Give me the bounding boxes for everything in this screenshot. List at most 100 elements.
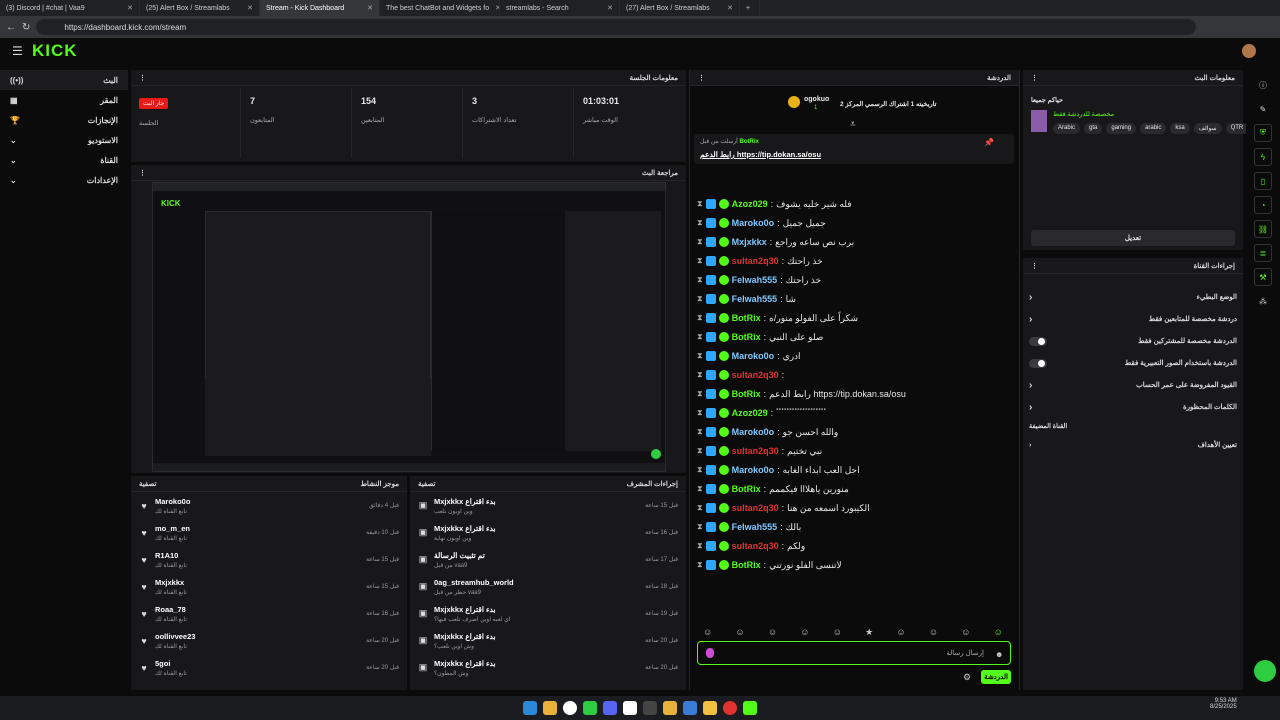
feed-name[interactable]: 0ag_streamhub_world	[434, 578, 639, 587]
pin-icon[interactable]: 📌	[984, 138, 994, 147]
pin-message-icon[interactable]: ⧗	[697, 541, 703, 551]
pin-message-icon[interactable]: ⧗	[697, 256, 703, 266]
chat-message[interactable]: ⧗ sultan2q30: خذ راحتك	[697, 252, 1007, 270]
chrome-icon[interactable]	[563, 701, 577, 715]
emote-icon[interactable]: ☺	[929, 627, 938, 639]
chat-message[interactable]: ⧗ Felwah555: بالك	[697, 518, 1007, 536]
chat-message[interactable]: ⧗ BotRix: رابط الدعم https://tip.dokan.sa/…	[697, 385, 1007, 403]
chat-username[interactable]: Marokо0o	[732, 465, 775, 475]
chat-username[interactable]: BotRix	[732, 332, 761, 342]
chat-username[interactable]: sultan2q30	[732, 541, 779, 551]
link-icon[interactable]: ⛓	[1254, 220, 1272, 238]
chat-message[interactable]: ⧗ BotRix: لاتنسى الفلو نورتني	[697, 556, 1007, 574]
pin-message-icon[interactable]: ⧗	[697, 465, 703, 475]
kebab-icon[interactable]: ⋮	[139, 74, 146, 82]
stream-tag[interactable]: Arabic	[1053, 123, 1081, 134]
browser-tab[interactable]: The best ChatBot and Widgets fo✕	[380, 0, 500, 16]
file-explorer-icon[interactable]	[543, 701, 557, 715]
chat-message[interactable]: ⧗ Marokо0o: ادري	[697, 347, 1007, 365]
windows-start-icon[interactable]	[523, 701, 537, 715]
feed-name[interactable]: Mxjxkkx بدء اقتراع	[434, 605, 639, 614]
pin-message-icon[interactable]: ⧗	[697, 275, 703, 285]
channel-action-row[interactable]: › الكلمات المحظورة	[1023, 396, 1243, 418]
chat-message[interactable]: ⧗ Azoz029: فله شير خليه يشوف	[697, 195, 1007, 213]
emote-icon[interactable]: ☺	[961, 627, 970, 639]
chat-username[interactable]: Azoz029	[732, 408, 768, 418]
menu-icon[interactable]: ☰	[12, 44, 23, 58]
feed-name[interactable]: mo_m_en	[155, 524, 360, 533]
chat-message[interactable]: ⧗ Marokо0o: جميل جميل	[697, 214, 1007, 232]
stream-tag[interactable]: gaming	[1106, 123, 1137, 134]
users-icon[interactable]: ⁂	[1254, 292, 1272, 310]
chat-message[interactable]: ⧗ sultan2q30: الكيبورد اسمعه من هنا	[697, 499, 1007, 517]
emote-icon[interactable]: ☺	[896, 627, 905, 639]
feed-name[interactable]: Marokо0o	[155, 497, 363, 506]
emoji-icon[interactable]: ☻	[995, 650, 1003, 659]
chat-message[interactable]: ⧗ Azoz029: ٴٴٴٴٴٴٴٴٴٴٴٴٴٴٴٴٴٴٴ	[697, 404, 1007, 422]
support-chat-icon[interactable]	[1254, 660, 1276, 682]
filter-button[interactable]: تصفية	[139, 480, 156, 488]
chat-username[interactable]: sultan2q30	[732, 256, 779, 266]
chat-message[interactable]: ⧗ Felwah555: شا	[697, 290, 1007, 308]
url-field[interactable]: https://dashboard.kick.com/stream	[36, 19, 1197, 35]
emote-icon[interactable]: ☺	[994, 627, 1003, 639]
pin-message-icon[interactable]: ⧗	[697, 237, 703, 247]
browser-tab[interactable]: (3) Discord | #chat | Vaa9 ✕	[0, 0, 140, 16]
chat-username[interactable]: sultan2q30	[732, 503, 779, 513]
chat-message[interactable]: ⧗ Marokо0o: والله احسن جو	[697, 423, 1007, 441]
kebab-icon[interactable]: ⋮	[698, 74, 705, 82]
mic-icon[interactable]	[706, 648, 714, 658]
feed-name[interactable]: Mxjxkkx	[155, 578, 360, 587]
emote-icon[interactable]: ☺	[768, 627, 777, 639]
emote-icon[interactable]: ☺	[833, 627, 842, 639]
browser-tab[interactable]: streamlabs - Search ✕	[500, 0, 620, 16]
close-icon[interactable]: ✕	[241, 4, 253, 12]
chat-username[interactable]: BotRix	[732, 313, 761, 323]
sidebar-item-settings[interactable]: ⌄ الإعدادات	[0, 170, 128, 190]
chat-message[interactable]: ⧗ sultan2q30:	[697, 366, 1007, 384]
app-icon[interactable]	[683, 701, 697, 715]
chat-username[interactable]: sultan2q30	[732, 446, 779, 456]
sidebar-item-stream[interactable]: ((•)) البث	[0, 70, 128, 90]
chat-message-input[interactable]: إرسال رسالة	[697, 641, 1011, 665]
feed-name[interactable]: Mxjxkkx بدء اقتراع	[434, 659, 639, 668]
filter-button[interactable]: تصفية	[418, 480, 435, 488]
chat-username[interactable]: Felwah555	[732, 522, 778, 532]
chat-username[interactable]: sultan2q30	[732, 370, 779, 380]
system-clock[interactable]: 9:53 AM 8/25/2025	[1210, 698, 1237, 710]
sidebar-item-channel[interactable]: ⌄ القناة	[0, 150, 128, 170]
settings-gear-icon[interactable]: ⚙	[963, 672, 971, 683]
pin-message-icon[interactable]: ⧗	[697, 199, 703, 209]
feed-name[interactable]: Mxjxkkx بدء اقتراع	[434, 497, 639, 506]
kebab-icon[interactable]: ⋮	[1031, 262, 1038, 270]
feed-name[interactable]: تم تثبيت الرسالة	[434, 551, 639, 560]
back-icon[interactable]: ←	[6, 22, 16, 33]
close-icon[interactable]: ✕	[601, 4, 613, 12]
collapse-icon[interactable]: ⩡	[850, 119, 856, 130]
feed-name[interactable]: Mxjxkkx بدء اقتراع	[434, 632, 639, 641]
avatar[interactable]	[1242, 44, 1256, 58]
chat-username[interactable]: BotRix	[732, 560, 761, 570]
chat-username[interactable]: BotRix	[732, 484, 761, 494]
pin-message-icon[interactable]: ⧗	[697, 522, 703, 532]
channel-action-row[interactable]: › الوضع البطيء	[1023, 286, 1243, 308]
stream-tag[interactable]: arabic	[1140, 123, 1167, 134]
browser-tab[interactable]: Stream - Kick Dashboard ✕	[260, 0, 380, 16]
chat-bubble-icon[interactable]: ◔	[1254, 196, 1272, 214]
stream-tag[interactable]: ksa	[1170, 123, 1190, 134]
chat-username[interactable]: Felwah555	[732, 275, 778, 285]
chat-message[interactable]: ⧗ sultan2q30: نبي تختيم	[697, 442, 1007, 460]
kick-app-icon[interactable]	[743, 701, 757, 715]
kebab-icon[interactable]: ⋮	[139, 169, 146, 177]
app-icon[interactable]	[723, 701, 737, 715]
chat-send-button[interactable]: الدردشة	[981, 670, 1011, 684]
browser-tab[interactable]: (25) Alert Box / Streamlabs ✕	[140, 0, 260, 16]
sidebar-item-achievements[interactable]: 🏆 الإنجازات	[0, 110, 128, 130]
toggle-switch[interactable]	[1029, 336, 1047, 346]
channel-action-row[interactable]: الدردشة مخصصة للمشتركين فقط	[1023, 330, 1243, 352]
pin-message-icon[interactable]: ⧗	[697, 560, 703, 570]
app-icon[interactable]	[643, 701, 657, 715]
close-icon[interactable]: ✕	[361, 4, 373, 12]
chat-message[interactable]: ⧗ sultan2q30: ولكم	[697, 537, 1007, 555]
chat-username[interactable]: Azoz029	[732, 199, 768, 209]
